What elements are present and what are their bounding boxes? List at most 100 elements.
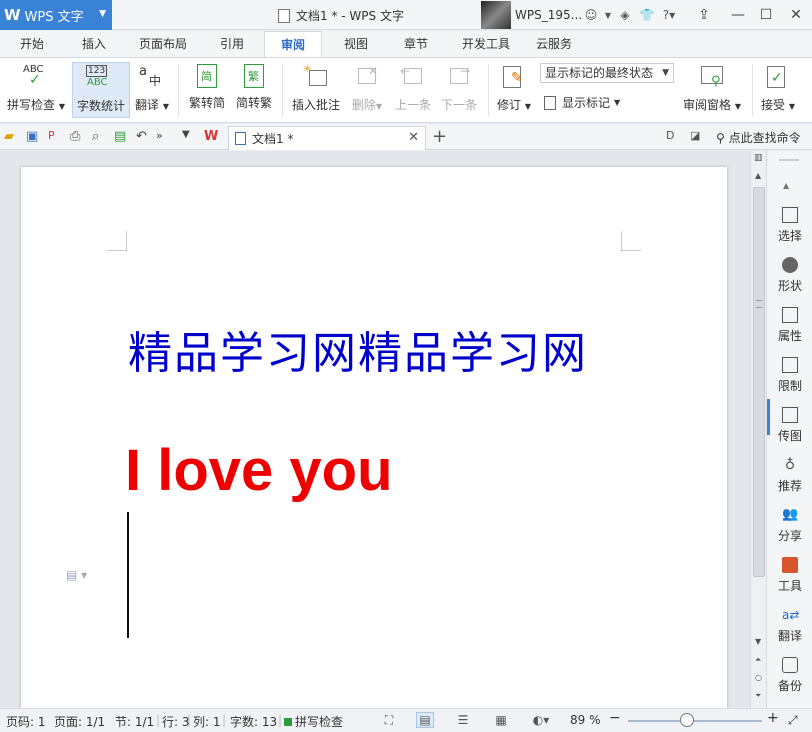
simp-to-trad-button[interactable]: 繁 简转繁 — [232, 62, 276, 118]
document-line-1[interactable]: 精品学习网精品学习网 — [128, 317, 588, 381]
user-menu-chevron-icon[interactable]: ▼ — [602, 0, 614, 30]
help-icon[interactable]: ? ▼ — [658, 0, 680, 30]
zoom-level[interactable]: 89 % — [570, 713, 601, 727]
track-changes-button[interactable]: ✎ 修订 ▼ — [494, 62, 534, 118]
tab-review[interactable]: 审阅 — [264, 31, 322, 57]
save-icon[interactable]: ▣ — [26, 129, 42, 145]
translate-button[interactable]: a 中 翻译 ▼ — [132, 62, 172, 118]
print-preview-icon[interactable]: ⌕ — [92, 129, 108, 145]
sidepanel-label: 工具 — [777, 579, 802, 593]
tab-page-layout[interactable]: 页面布局 — [132, 31, 194, 57]
panel-handle[interactable] — [779, 159, 799, 161]
zoom-out-button[interactable]: − — [609, 710, 621, 726]
feedback-icon[interactable]: ◪ — [690, 129, 706, 145]
page-view-icon[interactable]: ▤ — [416, 712, 434, 728]
more-icon[interactable]: » — [156, 129, 172, 145]
lock-document-icon — [782, 357, 798, 373]
document-tab[interactable]: 文档1 * ✕ — [228, 126, 426, 150]
web-view-icon[interactable]: ▦ — [492, 712, 510, 728]
panel-collapse-icon[interactable]: ▲ — [783, 181, 789, 190]
open-folder-icon[interactable]: ▰ — [4, 129, 20, 145]
undo-icon[interactable]: ↶ — [136, 129, 152, 145]
tab-references[interactable]: 引用 — [208, 31, 256, 57]
prev-comment-button[interactable]: ← 上一条 — [392, 62, 434, 118]
word-count-button[interactable]: 123 ABC 字数统计 — [72, 62, 130, 118]
status-section[interactable]: 节: 1/1 — [115, 713, 154, 730]
tab-start[interactable]: 开始 — [8, 31, 56, 57]
status-page-number[interactable]: 页码: 1 — [6, 713, 46, 730]
browse-object-icon[interactable]: ○ — [755, 673, 762, 682]
delete-comment-button[interactable]: ✕ 删除▼ — [346, 62, 388, 118]
avatar[interactable] — [481, 1, 511, 29]
close-tab-icon[interactable]: ✕ — [408, 130, 419, 145]
close-button[interactable]: ✕ — [782, 0, 810, 30]
sidepanel-item-restrict[interactable]: 限制 — [767, 351, 812, 401]
find-command-search[interactable]: ⚲ 点此查找命令 — [716, 129, 801, 146]
document-page[interactable]: 精品学习网精品学习网 I love you ▤ ▾ — [21, 167, 727, 708]
tab-view[interactable]: 视图 — [332, 31, 380, 57]
zoom-slider[interactable] — [628, 720, 762, 722]
vertical-scrollbar[interactable]: ▥ ▲ ▼ ⏶ ○ ⏷ — [750, 151, 766, 708]
tab-developer[interactable]: 开发工具 — [454, 31, 518, 57]
review-pane-button[interactable]: ⚲ 审阅窗格 ▼ — [680, 62, 744, 118]
shirt-icon[interactable]: 👕 — [636, 0, 658, 30]
scroll-thumb[interactable] — [753, 187, 765, 577]
fullscreen-icon[interactable]: ⛶ — [380, 712, 398, 728]
sidepanel-item-shape[interactable]: 形状 — [767, 251, 812, 301]
document-line-2[interactable]: I love you — [125, 437, 393, 504]
wps-home-icon[interactable]: W — [204, 129, 220, 145]
recommend-icon: ♁ — [784, 457, 796, 473]
next-comment-button[interactable]: → 下一条 — [438, 62, 480, 118]
tab-cloud[interactable]: 云服务 — [528, 31, 580, 57]
ribbon-divider — [488, 64, 489, 116]
insert-comment-button[interactable]: ✳ 插入批注 — [290, 62, 342, 118]
sidepanel-item-properties[interactable]: 属性 — [767, 301, 812, 351]
sidepanel-item-share[interactable]: 👥 分享 — [767, 501, 812, 551]
user-status-icon[interactable]: ☺ — [580, 0, 602, 30]
user-account[interactable]: WPS_195... — [481, 0, 582, 30]
user-name[interactable]: WPS_195... — [515, 8, 582, 22]
skin-icon[interactable]: ◈ — [614, 0, 636, 30]
print-icon[interactable]: ⎙ — [70, 129, 86, 145]
status-word-count[interactable]: 字数: 13 — [230, 713, 277, 730]
export-pdf-icon[interactable]: P — [48, 129, 64, 145]
markup-state-select[interactable]: 显示标记的最终状态 ▼ — [540, 63, 674, 83]
status-spell-check[interactable]: 拼写检查 — [284, 713, 343, 730]
trad-to-simp-button[interactable]: 简 繁转简 — [186, 62, 228, 118]
next-page-icon[interactable]: ⏷ — [755, 691, 761, 701]
accept-button[interactable]: ✓ 接受 ▼ — [758, 62, 798, 118]
document-area[interactable]: 精品学习网精品学习网 I love you ▤ ▾ — [0, 151, 750, 708]
sidepanel-item-upload-image[interactable]: 传图 — [767, 401, 812, 451]
sidepanel-item-backup[interactable]: 备份 — [767, 651, 812, 701]
eye-protect-icon[interactable]: ◐▾ — [528, 712, 554, 728]
split-view-icon[interactable]: ▥ — [754, 153, 763, 163]
customize-dropdown-icon[interactable]: ▼ — [182, 129, 198, 145]
upload-icon[interactable]: ⇪ — [690, 0, 718, 30]
sidepanel-item-tools[interactable]: 工具 — [767, 551, 812, 601]
export-image-icon[interactable]: ▤ — [114, 129, 130, 145]
spell-check-button[interactable]: ABC ✓ 拼写检查 ▼ — [4, 62, 68, 118]
scroll-down-icon[interactable]: ▼ — [755, 637, 761, 646]
properties-icon — [782, 307, 798, 323]
status-column[interactable]: 列: 1 — [193, 713, 221, 730]
scroll-up-icon[interactable]: ▲ — [755, 171, 761, 180]
status-row[interactable]: 行: 3 — [162, 713, 190, 730]
maximize-button[interactable]: ☐ — [752, 0, 780, 30]
cloud-sync-icon[interactable]: D — [666, 129, 682, 145]
zoom-in-button[interactable]: + — [767, 710, 779, 726]
paragraph-options-icon[interactable]: ▤ ▾ — [66, 568, 87, 582]
tab-chapter[interactable]: 章节 — [392, 31, 440, 57]
prev-page-icon[interactable]: ⏶ — [755, 655, 761, 665]
status-pages[interactable]: 页面: 1/1 — [54, 713, 105, 730]
app-menu-button[interactable]: W WPS 文字 ▼ — [0, 0, 112, 30]
sidepanel-item-recommend[interactable]: ♁ 推荐 — [767, 451, 812, 501]
outline-view-icon[interactable]: ☰ — [454, 712, 472, 728]
sidepanel-item-translate[interactable]: a⇄ 翻译 — [767, 601, 812, 651]
show-markup-button[interactable]: 显示标记 ▼ — [544, 94, 620, 111]
fit-window-icon[interactable]: ⤢ — [788, 713, 798, 728]
sidepanel-item-select[interactable]: 选择 — [767, 201, 812, 251]
minimize-button[interactable]: — — [724, 0, 752, 30]
tab-insert[interactable]: 插入 — [70, 31, 118, 57]
new-tab-icon[interactable]: + — [432, 126, 447, 147]
zoom-slider-thumb[interactable] — [680, 713, 694, 727]
